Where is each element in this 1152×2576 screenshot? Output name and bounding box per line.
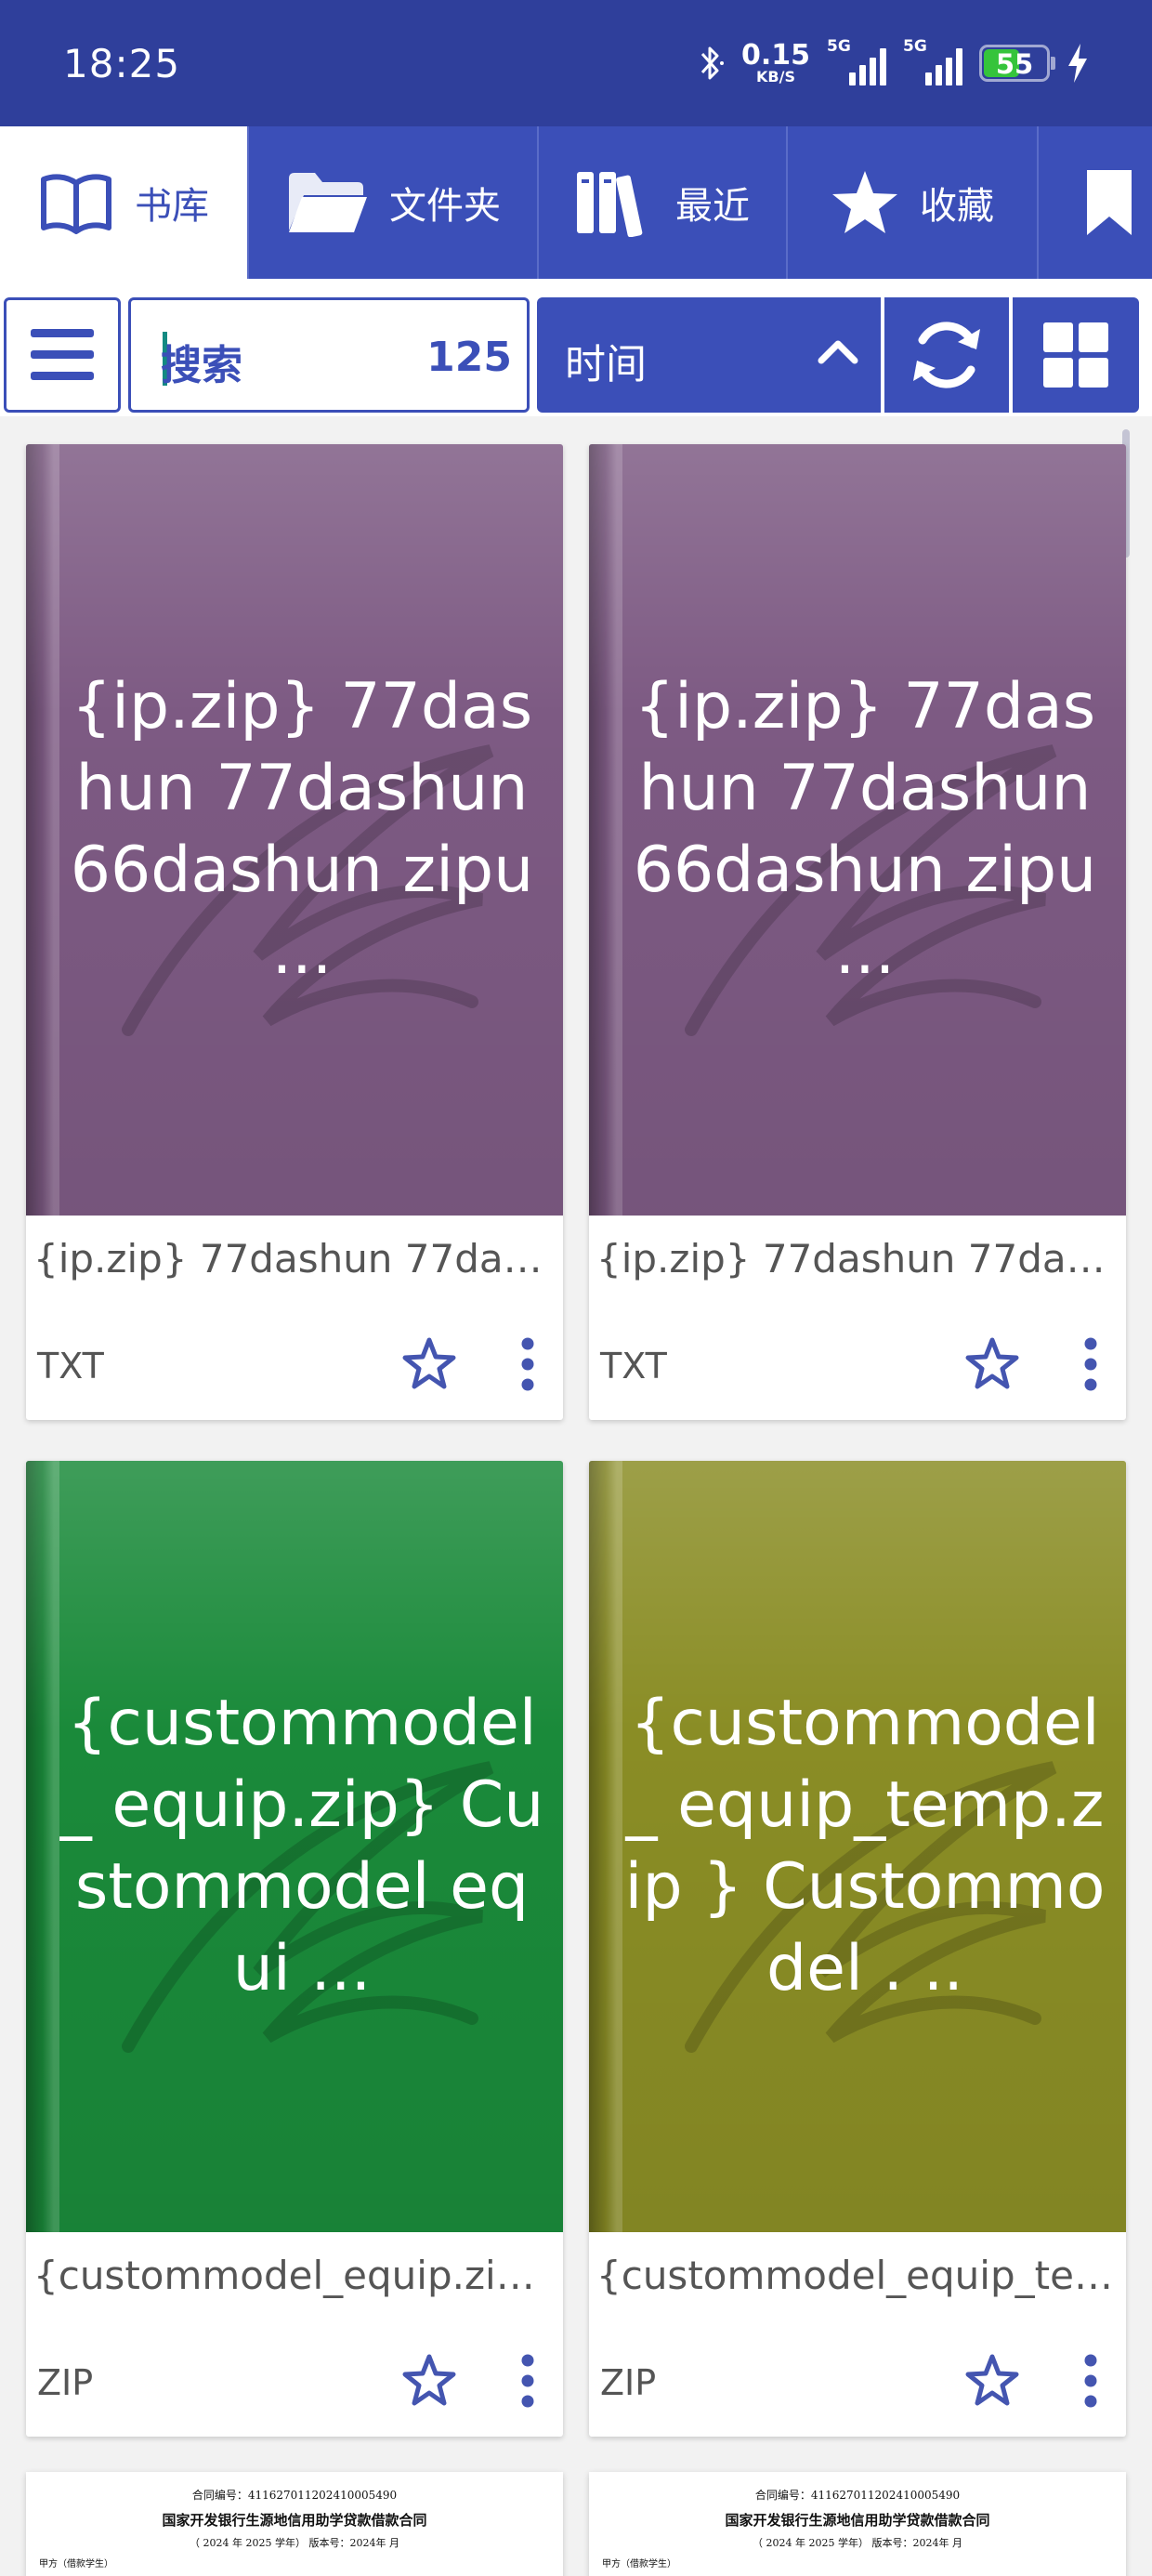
favorite-star-icon[interactable] <box>964 2353 1020 2407</box>
contract-number: 合同编号：411627011202410005490 <box>191 2489 398 2502</box>
sort-dropdown[interactable]: 时间 <box>537 297 881 413</box>
folder-icon <box>289 173 367 232</box>
contract-party: 甲方（借款学生） <box>602 2559 676 2569</box>
status-bar: 18:25 0.15 KB/S 5G 5G 55 <box>0 0 1152 126</box>
charging-icon <box>1068 44 1087 83</box>
sort-label: 时间 <box>565 341 647 388</box>
favorite-star-icon[interactable] <box>401 1336 457 1390</box>
book-name: {ip.zip} 77dashun 77dashun 66dashun zipu <box>33 1236 563 1281</box>
chevron-up-icon[interactable] <box>816 333 860 370</box>
hamburger-menu-icon <box>31 329 94 380</box>
cover-title: {custommodel_ equip_temp.zip } Custommod… <box>624 1687 1106 2005</box>
book-cover[interactable]: {ip.zip} 77dashun 77dashun 66dashun zipu… <box>26 444 563 1216</box>
contract-number: 合同编号：411627011202410005490 <box>754 2489 961 2502</box>
tab-label: 最近 <box>675 185 750 228</box>
tab-bar: 书库 文件夹 最近 收藏 <box>0 126 1152 279</box>
tab-library[interactable]: 书库 <box>0 126 249 279</box>
search-input[interactable]: 搜索 125 <box>128 297 530 413</box>
signal-sim2-icon: 5G <box>903 37 962 85</box>
toolbar: 搜索 125 时间 <box>0 296 1152 416</box>
tab-recent[interactable]: 最近 <box>539 126 788 279</box>
tab-favorites[interactable]: 收藏 <box>788 126 1039 279</box>
card-footer: ZIP <box>26 2325 563 2437</box>
document-cover[interactable]: 合同编号：411627011202410005490 国家开发银行生源地信用助学… <box>589 2472 1126 2576</box>
book-cover[interactable]: {custommodel_ equip_temp.zip } Custommod… <box>589 1461 1126 2232</box>
cover-title: {ip.zip} 77dashun 77dashun 66dashun zipu… <box>70 670 534 989</box>
more-options-icon[interactable] <box>1080 1336 1102 1392</box>
grid-view-button[interactable] <box>1013 297 1139 413</box>
cover-title: {custommodel_ equip.zip} Custommodel equ… <box>59 1687 544 2005</box>
contract-title: 国家开发银行生源地信用助学贷款借款合同 <box>162 2512 427 2529</box>
grid-icon <box>1043 322 1108 388</box>
book-count: 125 <box>426 334 512 381</box>
book-open-icon <box>41 174 111 234</box>
card-footer: TXT <box>589 1308 1126 1420</box>
book-card[interactable]: {ip.zip} 77dashun 77dashun 66dashun zipu… <box>589 444 1126 1420</box>
file-type: TXT <box>37 1346 104 1387</box>
book-grid[interactable]: {ip.zip} 77dashun 77dashun 66dashun zipu… <box>0 416 1152 2576</box>
file-type: TXT <box>600 1346 667 1387</box>
books-icon <box>577 172 643 237</box>
star-icon <box>832 171 897 233</box>
tab-label: 书库 <box>135 185 209 228</box>
favorite-star-icon[interactable] <box>401 2353 457 2407</box>
bookmark-icon <box>1087 170 1132 235</box>
contract-party: 甲方（借款学生） <box>39 2559 113 2569</box>
refresh-button[interactable] <box>884 297 1009 413</box>
status-icons: 0.15 KB/S 5G 5G 55 <box>697 37 1089 89</box>
document-cover[interactable]: 合同编号：411627011202410005490 国家开发银行生源地信用助学… <box>26 2472 563 2576</box>
book-cover[interactable]: {ip.zip} 77dashun 77dashun 66dashun zipu… <box>589 444 1126 1216</box>
book-name: {custommodel_equip_temp.zip} Custommodel <box>596 2253 1126 2298</box>
favorite-star-icon[interactable] <box>964 1336 1020 1390</box>
signal-sim1-icon: 5G <box>827 37 886 85</box>
tab-folders[interactable]: 文件夹 <box>249 126 539 279</box>
battery-icon: 55 <box>979 45 1055 82</box>
contract-title: 国家开发银行生源地信用助学贷款借款合同 <box>725 2512 990 2529</box>
more-options-icon[interactable] <box>1080 2353 1102 2409</box>
contract-meta: （ 2024 年 2025 学年） 版本号：2024年 月 <box>753 2537 962 2549</box>
tab-label: 收藏 <box>920 185 994 228</box>
card-footer: ZIP <box>589 2325 1126 2437</box>
more-options-icon[interactable] <box>517 1336 539 1392</box>
file-type: ZIP <box>37 2362 94 2403</box>
book-name: {ip.zip} 77dashun 77dashun 66dashun zipu <box>596 1236 1126 1281</box>
contract-meta: （ 2024 年 2025 学年） 版本号：2024年 月 <box>190 2537 399 2549</box>
file-type: ZIP <box>600 2362 657 2403</box>
cover-title: {ip.zip} 77dashun 77dashun 66dashun zipu… <box>633 670 1097 989</box>
book-name: {custommodel_equip.zip} Custommodel equi… <box>33 2253 563 2298</box>
clock: 18:25 <box>63 41 181 86</box>
card-footer: TXT <box>26 1308 563 1420</box>
search-placeholder: 搜索 <box>161 342 242 389</box>
more-options-icon[interactable] <box>517 2353 539 2409</box>
refresh-icon <box>913 322 980 388</box>
menu-button[interactable] <box>4 297 121 413</box>
tab-bookmarks[interactable] <box>1039 126 1152 279</box>
book-cover[interactable]: {custommodel_ equip.zip} Custommodel equ… <box>26 1461 563 2232</box>
book-card[interactable]: {custommodel_ equip.zip} Custommodel equ… <box>26 1461 563 2437</box>
tab-label: 文件夹 <box>389 185 501 228</box>
book-card[interactable]: {custommodel_ equip_temp.zip } Custommod… <box>589 1461 1126 2437</box>
book-card[interactable]: {ip.zip} 77dashun 77dashun 66dashun zipu… <box>26 444 563 1420</box>
bluetooth-icon <box>700 46 724 80</box>
network-speed: 0.15 KB/S <box>740 39 810 85</box>
